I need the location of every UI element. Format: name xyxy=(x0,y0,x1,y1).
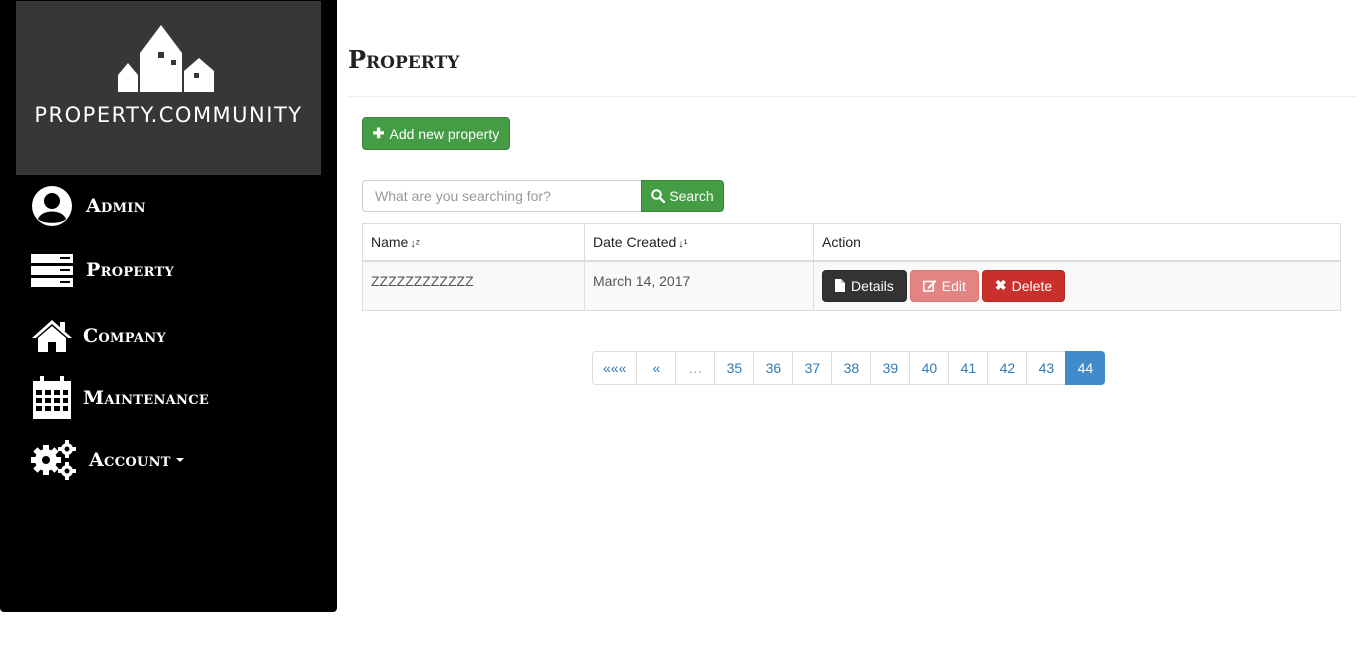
house-logo-icon xyxy=(118,25,214,92)
page-title: Property xyxy=(348,45,460,74)
property-name: ZZZZZZZZZZZZ xyxy=(371,272,474,289)
page-ellipsis: … xyxy=(675,351,716,385)
page-link-active[interactable]: 44 xyxy=(1065,351,1106,385)
column-header-label: Name xyxy=(371,233,409,250)
pagination: ««« « … 35 36 37 38 39 40 41 42 43 44 xyxy=(592,351,1106,385)
sidebar-item-label: Account xyxy=(89,449,171,471)
column-header-action: Action xyxy=(813,223,1341,262)
logo[interactable]: PROPERTY.COMMUNITY xyxy=(16,1,321,175)
sidebar-item-label: Admin xyxy=(86,195,146,217)
page-prev-link[interactable]: « xyxy=(636,351,677,385)
sidebar-item-maintenance[interactable]: Maintenance xyxy=(30,376,209,420)
search-icon xyxy=(651,189,666,203)
sidebar: PROPERTY.COMMUNITY Admin Property Compan… xyxy=(0,0,337,612)
search-input[interactable] xyxy=(362,180,642,212)
sidebar-item-property[interactable]: Property xyxy=(30,248,174,292)
sidebar-item-admin[interactable]: Admin xyxy=(30,184,146,228)
page-link[interactable]: 36 xyxy=(753,351,794,385)
cell-date: March 14, 2017 xyxy=(584,260,814,311)
table-header-row: Name ↓ᶻ Date Created ↓¹ Action xyxy=(362,223,1341,262)
plus-icon: ✚ xyxy=(372,125,385,141)
divider xyxy=(348,96,1356,97)
sidebar-item-company[interactable]: Company xyxy=(30,314,166,358)
details-button[interactable]: Details xyxy=(822,269,907,302)
gears-icon xyxy=(30,438,78,482)
page-link[interactable]: 41 xyxy=(948,351,989,385)
delete-label: Delete xyxy=(1011,277,1053,294)
close-icon: ✖ xyxy=(994,277,1007,293)
search-button[interactable]: Search xyxy=(641,180,724,212)
sidebar-item-label: Maintenance xyxy=(83,387,210,409)
page-link[interactable]: 35 xyxy=(714,351,755,385)
page-first-link[interactable]: ««« xyxy=(592,351,638,385)
server-stack-icon xyxy=(30,248,74,292)
date-created: March 14, 2017 xyxy=(593,272,691,289)
sidebar-item-label: Property xyxy=(86,259,175,281)
sort-numeric-icon: ↓¹ xyxy=(678,237,688,250)
column-header-label: Date Created xyxy=(593,233,677,250)
column-header-label: Action xyxy=(822,233,861,250)
sidebar-item-label: Company xyxy=(83,325,167,347)
page-link[interactable]: 42 xyxy=(987,351,1028,385)
column-header-name[interactable]: Name ↓ᶻ xyxy=(362,223,585,262)
delete-button[interactable]: ✖ Delete xyxy=(981,269,1066,302)
logo-text: PROPERTY.COMMUNITY xyxy=(34,103,303,127)
add-property-button[interactable]: ✚ Add new property xyxy=(362,117,510,150)
page-link[interactable]: 43 xyxy=(1026,351,1067,385)
table-row: ZZZZZZZZZZZZ March 14, 2017 Details Edit… xyxy=(362,260,1341,311)
edit-button[interactable]: Edit xyxy=(909,269,979,302)
details-label: Details xyxy=(851,277,894,294)
sort-alpha-icon: ↓ᶻ xyxy=(410,237,420,250)
calendar-icon xyxy=(30,376,74,420)
edit-icon xyxy=(922,280,937,292)
column-header-date[interactable]: Date Created ↓¹ xyxy=(584,223,814,262)
sidebar-item-account[interactable]: Account xyxy=(30,438,184,482)
cell-actions: Details Edit ✖ Delete xyxy=(813,260,1341,311)
page-link[interactable]: 38 xyxy=(831,351,872,385)
page-link[interactable]: 37 xyxy=(792,351,833,385)
add-property-label: Add new property xyxy=(389,125,500,142)
search-label: Search xyxy=(669,188,714,204)
user-circle-icon xyxy=(30,184,74,228)
edit-label: Edit xyxy=(941,277,966,294)
caret-down-icon xyxy=(175,458,184,462)
file-icon xyxy=(835,279,845,292)
property-table: Name ↓ᶻ Date Created ↓¹ Action ZZZZZZZZZZZ… xyxy=(362,223,1341,311)
page-link[interactable]: 40 xyxy=(909,351,950,385)
cell-name: ZZZZZZZZZZZZ xyxy=(362,260,585,311)
home-icon xyxy=(30,314,74,358)
page-link[interactable]: 39 xyxy=(870,351,911,385)
